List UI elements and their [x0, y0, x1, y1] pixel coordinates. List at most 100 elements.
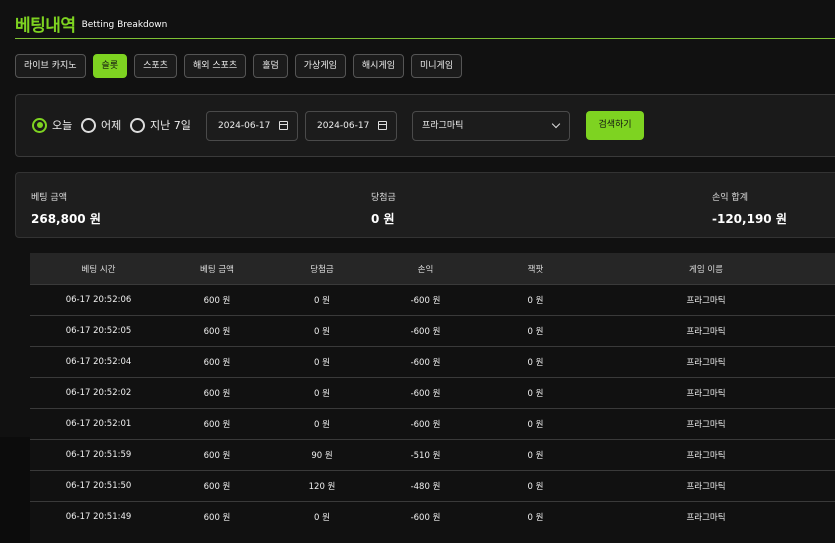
search-button[interactable]: 검색하기: [586, 111, 644, 140]
summary-value: 0 원: [371, 212, 395, 226]
table-cell: 0 원: [527, 420, 544, 430]
table-cell: 0 원: [314, 513, 330, 523]
column-header: 베팅 금액: [200, 264, 234, 275]
table-cell: 0 원: [314, 358, 330, 368]
column-header: 잭팟: [527, 264, 544, 275]
table-cell: -600 원: [410, 513, 441, 523]
radio-label: 지난 7일: [150, 119, 191, 132]
table-cell: 0 원: [527, 358, 544, 368]
table-cell: 600 원: [203, 513, 231, 523]
table-cell: 600 원: [203, 451, 231, 461]
table-cell: -600 원: [410, 296, 441, 306]
column-header: 게임 이름: [689, 264, 723, 275]
radio-checked-icon: [32, 117, 47, 133]
table-cell: 600 원: [203, 482, 231, 492]
table-row: 06-17 20:52:05 600 원 0 원 -600 원 0 원 프라그마틱: [30, 315, 835, 346]
table-cell: 0 원: [527, 513, 544, 523]
calendar-icon[interactable]: [279, 121, 288, 130]
date-to-value: 2024-06-17: [317, 121, 370, 131]
table-row: 06-17 20:51:50 600 원 120 원 -480 원 0 원 프라그마틱: [30, 470, 835, 501]
table-cell: 06-17 20:52:05: [65, 326, 132, 336]
table-cell: 프라그마틱: [686, 451, 726, 461]
radio-yesterday[interactable]: 어제: [81, 117, 121, 133]
table-cell: -510 원: [410, 451, 441, 461]
tab-virtual-game[interactable]: 가상게임: [294, 54, 346, 78]
game-category-tabs: 라이브 카지노 슬롯 스포츠 해외 스포츠 홀덤 가상게임 해시게임 미니게임: [15, 54, 463, 78]
calendar-icon[interactable]: [378, 121, 387, 130]
table-row: 06-17 20:52:02 600 원 0 원 -600 원 0 원 프라그마틱: [30, 377, 835, 408]
table-cell: 0 원: [527, 451, 544, 461]
tab-hash-game[interactable]: 해시게임: [352, 54, 405, 78]
provider-selected-value: 프라그마틱: [422, 121, 464, 131]
table-row: 06-17 20:52:01 600 원 0 원 -600 원 0 원 프라그마틱: [30, 408, 835, 439]
table-cell: 06-17 20:52:02: [65, 388, 132, 398]
tab-sports[interactable]: 스포츠: [134, 54, 177, 78]
radio-label: 오늘: [52, 119, 73, 132]
page-header: 베팅내역 Betting Breakdown: [15, 8, 835, 39]
betting-table: 베팅 시간 베팅 금액 당첨금 손익 잭팟 게임 이름 06-17 20:52:…: [30, 253, 835, 532]
table-cell: -600 원: [410, 389, 441, 399]
table-row: 06-17 20:52:04 600 원 0 원 -600 원 0 원 프라그마틱: [30, 346, 835, 377]
table-cell: 06-17 20:51:59: [65, 450, 132, 460]
table-cell: 0 원: [314, 296, 330, 306]
summary-label: 당첨금: [371, 193, 396, 203]
tab-mini-game[interactable]: 미니게임: [411, 54, 463, 78]
table-cell: 0 원: [314, 389, 330, 399]
table-row: 06-17 20:51:49 600 원 0 원 -600 원 0 원 프라그마틱: [30, 501, 835, 532]
table-cell: 프라그마틱: [686, 482, 726, 492]
summary-label: 베팅 금액: [31, 193, 67, 203]
page-title: 베팅내역: [15, 15, 76, 36]
summary-label: 손익 합계: [712, 193, 748, 203]
table-cell: -600 원: [410, 358, 441, 368]
tab-live-casino[interactable]: 라이브 카지노: [15, 54, 86, 78]
column-header: 손익: [417, 264, 434, 275]
table-cell: 0 원: [527, 327, 544, 337]
table-cell: 120 원: [308, 482, 336, 492]
date-to-input[interactable]: 2024-06-17: [305, 111, 397, 141]
betting-history-page: 베팅내역 Betting Breakdown 라이브 카지노 슬롯 스포츠 해외…: [0, 0, 835, 543]
radio-today[interactable]: 오늘: [32, 117, 72, 133]
table-cell: 90 원: [311, 451, 333, 461]
tab-slot[interactable]: 슬롯: [92, 54, 128, 78]
chevron-down-icon: [551, 119, 561, 129]
table-cell: 0 원: [527, 482, 544, 492]
table-cell: 0 원: [527, 389, 544, 399]
summary-value: 268,800 원: [31, 212, 101, 226]
table-cell: 0 원: [314, 420, 330, 430]
page-subtitle: Betting Breakdown: [81, 19, 168, 30]
table-cell: 600 원: [203, 389, 231, 399]
table-cell: 600 원: [203, 420, 231, 430]
table-cell: 600 원: [203, 327, 231, 337]
date-from-value: 2024-06-17: [218, 121, 271, 131]
table-cell: 프라그마틱: [686, 327, 726, 337]
radio-last-7-days[interactable]: 지난 7일: [130, 117, 191, 133]
column-header: 베팅 시간: [81, 264, 116, 275]
tab-holdem[interactable]: 홀덤: [253, 54, 288, 78]
tab-overseas-sports[interactable]: 해외 스포츠: [183, 54, 247, 78]
table-row: 06-17 20:51:59 600 원 90 원 -510 원 0 원 프라그마틱: [30, 439, 835, 470]
table-cell: 프라그마틱: [686, 296, 726, 306]
table-cell: 0 원: [527, 296, 544, 306]
background-shade: [0, 437, 30, 543]
radio-unchecked-icon: [130, 117, 145, 133]
table-cell: 06-17 20:52:01: [65, 419, 132, 429]
table-cell: -600 원: [410, 327, 441, 337]
table-body: 06-17 20:52:06 600 원0 원 -600 원0 원 프라그마틱 06-1…: [30, 284, 835, 532]
date-from-input[interactable]: 2024-06-17: [206, 111, 298, 141]
table-cell: -600 원: [410, 420, 441, 430]
column-header: 당첨금: [310, 264, 334, 275]
table-row: 06-17 20:52:06 600 원 0 원 -600 원 0 원 프라그마틱: [30, 284, 835, 315]
table-cell: 프라그마틱: [686, 358, 726, 368]
table-cell: 06-17 20:51:50: [65, 481, 132, 491]
table-cell: 600 원: [203, 358, 231, 368]
summary-win: 당첨금 0 원: [371, 190, 396, 227]
table-cell: 0 원: [314, 327, 330, 337]
filter-panel: 오늘 어제 지난 7일 2024-06-17 2024-06-17 프라그마틱 …: [15, 94, 835, 157]
table-cell: 06-17 20:52:06: [65, 295, 132, 305]
table-cell: -480 원: [410, 482, 441, 492]
table-cell: 프라그마틱: [686, 513, 726, 523]
table-cell: 프라그마틱: [686, 389, 726, 399]
table-cell: 06-17 20:52:04: [65, 357, 132, 367]
table-cell: 프라그마틱: [686, 420, 726, 430]
provider-select[interactable]: 프라그마틱: [412, 111, 570, 141]
